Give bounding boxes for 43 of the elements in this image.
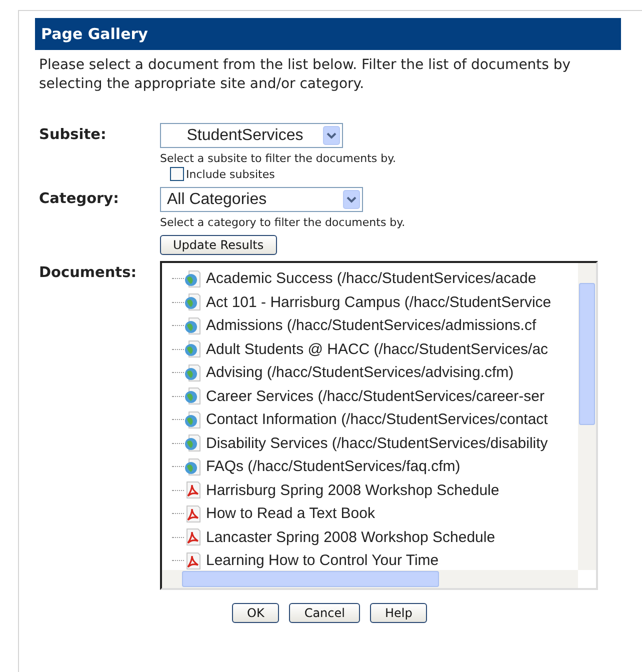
- pdf-file-icon: [184, 481, 201, 500]
- globe-page-icon: [184, 434, 201, 452]
- globe-page-icon: [184, 316, 201, 335]
- dialog-title: Page Gallery: [35, 18, 621, 50]
- pdf-file-icon: [184, 552, 201, 570]
- document-item[interactable]: Admissions (/hacc/StudentServices/admissions.cf: [206, 317, 536, 334]
- globe-page-icon: [184, 270, 201, 288]
- subsite-dropdown[interactable]: StudentServices: [160, 123, 343, 148]
- subsite-hint: Select a subsite to filter the documents by.: [160, 152, 396, 165]
- document-item[interactable]: Academic Success (/hacc/StudentServices/acade: [206, 270, 536, 288]
- globe-page-icon: [184, 410, 201, 429]
- subsite-label: Subsite:: [39, 126, 108, 145]
- document-item[interactable]: Disability Services (/hacc/StudentServices/disability: [206, 434, 548, 452]
- globe-page-icon: [184, 364, 201, 382]
- dialog-button[interactable]: OK: [232, 603, 280, 623]
- category-hint: Select a category to filter the documents by.: [160, 216, 406, 229]
- document-item[interactable]: Act 101 - Harrisburg Campus (/hacc/StudentService: [206, 294, 552, 311]
- document-item[interactable]: Contact Information (/hacc/StudentServices/contact: [206, 411, 548, 428]
- update-results-button[interactable]: Update Results: [160, 235, 277, 255]
- horizontal-scrollbar[interactable]: [162, 570, 578, 588]
- document-item[interactable]: How to Read a Text Book: [206, 505, 375, 522]
- vertical-scrollbar[interactable]: [578, 263, 596, 570]
- globe-page-icon: [184, 340, 201, 358]
- dialog-button[interactable]: Help: [370, 603, 428, 623]
- document-item[interactable]: Lancaster Spring 2008 Workshop Schedule: [206, 528, 496, 546]
- document-item[interactable]: Career Services (/hacc/StudentServices/career-ser: [206, 388, 544, 405]
- globe-page-icon: [184, 293, 201, 312]
- document-item[interactable]: Advising (/hacc/StudentServices/advising.cfm): [206, 364, 514, 382]
- include-subsites-checkbox[interactable]: [170, 167, 184, 181]
- globe-page-icon: [184, 458, 201, 476]
- document-item[interactable]: Harrisburg Spring 2008 Workshop Schedule: [206, 482, 500, 499]
- intro-text: Please select a document from the list below. Filter the list of documents by selecting the appropriate site and/or category.: [39, 56, 572, 94]
- category-label: Category:: [39, 190, 120, 209]
- pdf-file-icon: [184, 504, 201, 523]
- category-dropdown[interactable]: All Categories: [160, 187, 363, 212]
- globe-page-icon: [184, 387, 201, 406]
- include-subsites-label: Include subsites: [186, 168, 275, 181]
- document-item[interactable]: Learning How to Control Your Time: [206, 552, 439, 570]
- pdf-file-icon: [184, 528, 201, 546]
- document-item[interactable]: FAQs (/hacc/StudentServices/faq.cfm): [206, 458, 460, 476]
- documents-label: Documents:: [39, 264, 138, 283]
- document-item[interactable]: Adult Students @ HACC (/hacc/StudentServices/ac: [206, 340, 548, 358]
- dialog-button[interactable]: Cancel: [289, 603, 360, 623]
